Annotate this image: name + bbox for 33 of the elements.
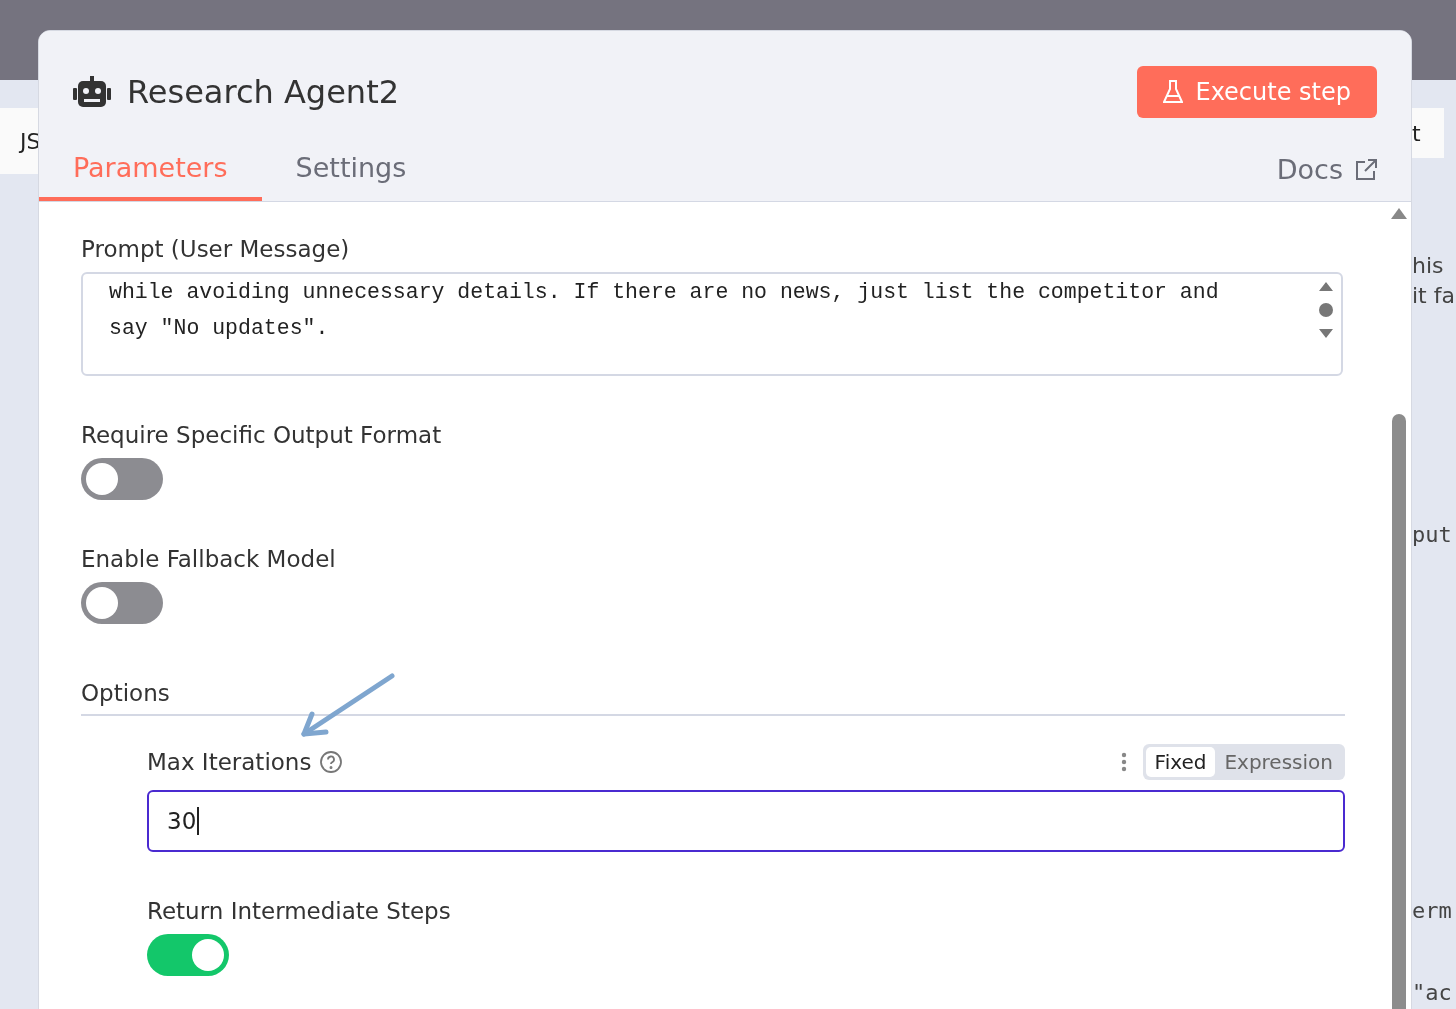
mode-option[interactable]: Expression <box>1215 747 1342 777</box>
prompt-text: while avoiding unnecessary details. If there are no news, just list the competitor and <box>109 279 1220 306</box>
field-label: Return Intermediate Steps <box>147 898 452 924</box>
help-icon <box>319 750 344 774</box>
external-link-icon <box>1355 158 1377 181</box>
tab[interactable]: Settings <box>261 152 441 201</box>
execute-step-button[interactable]: Execute step <box>1137 66 1377 118</box>
section-title: Options <box>81 680 1345 716</box>
prompt-text: say "No updates". <box>109 315 330 342</box>
field-label: Max Iterations <box>147 749 312 775</box>
toggle-switch[interactable] <box>81 582 163 624</box>
more-options-icon[interactable] <box>1120 752 1127 772</box>
scroll-up-icon <box>1391 208 1407 220</box>
toggle-switch[interactable] <box>147 934 229 976</box>
input-field[interactable]: 30 <box>147 790 1345 852</box>
docs-link[interactable]: Docs <box>1276 154 1377 201</box>
scrollbar-icon <box>1317 280 1335 340</box>
tab[interactable]: Parameters <box>39 152 262 201</box>
toggle-switch[interactable] <box>81 458 163 500</box>
field-label: Enable Fallback Model <box>81 546 337 572</box>
background-text: put <box>1412 522 1452 547</box>
mode-option[interactable]: Fixed <box>1145 747 1216 777</box>
node-title: Research Agent2 <box>127 73 400 111</box>
background-text: erm <box>1412 898 1452 923</box>
field-label: Require Specific Output Format <box>81 422 443 448</box>
prompt-field[interactable]: while avoiding unnecessary details. If there are no news, just list the competitor and say "No updates". <box>81 272 1343 376</box>
scrollbar-thumb[interactable] <box>1392 414 1406 1009</box>
field-label: Prompt (User Message) <box>81 236 351 262</box>
flask-icon <box>1163 80 1184 104</box>
robot-icon <box>73 76 111 108</box>
background-text: his <box>1412 253 1444 278</box>
background-text: "ac <box>1412 980 1452 1005</box>
background-text: it fa <box>1412 283 1455 308</box>
